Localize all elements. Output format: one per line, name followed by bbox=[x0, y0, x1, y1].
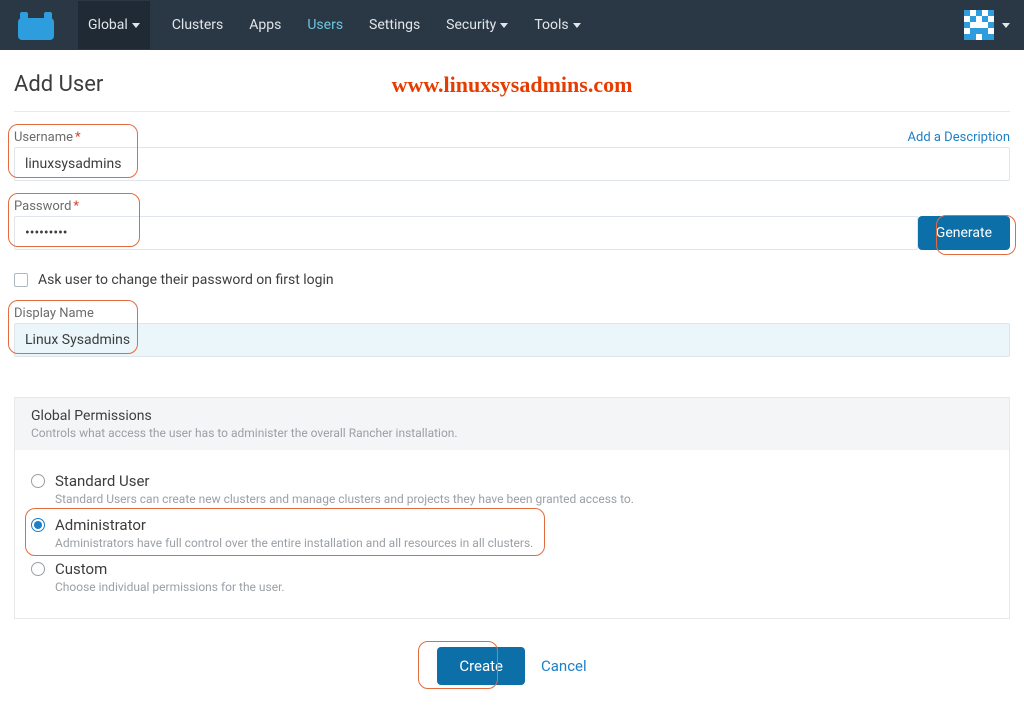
radio-standard-user[interactable]: Standard User bbox=[31, 472, 993, 490]
rancher-logo[interactable] bbox=[14, 10, 60, 40]
username-label: Username* bbox=[14, 130, 81, 145]
display-name-label: Display Name bbox=[14, 306, 94, 321]
page-body: Add User www.linuxsysadmins.com Username… bbox=[0, 50, 1024, 705]
chevron-down-icon bbox=[1002, 23, 1010, 28]
radio-standard-desc: Standard Users can create new clusters a… bbox=[55, 492, 993, 506]
username-input[interactable] bbox=[14, 147, 1010, 181]
change-password-checkbox[interactable] bbox=[14, 273, 28, 287]
chevron-down-icon bbox=[132, 23, 140, 28]
radio-administrator[interactable]: Administrator bbox=[31, 516, 993, 534]
chevron-down-icon bbox=[500, 23, 508, 28]
radio-admin-desc: Administrators have full control over th… bbox=[55, 536, 993, 550]
change-password-row[interactable]: Ask user to change their password on fir… bbox=[14, 272, 1010, 288]
generate-button[interactable]: Generate bbox=[918, 216, 1010, 250]
watermark: www.linuxsysadmins.com bbox=[392, 72, 633, 98]
field-username: Username* Add a Description bbox=[14, 130, 1010, 181]
display-name-input[interactable] bbox=[14, 323, 1010, 357]
nav-security[interactable]: Security bbox=[442, 1, 512, 49]
page-title-row: Add User www.linuxsysadmins.com bbox=[14, 62, 1010, 112]
permissions-title: Global Permissions bbox=[31, 408, 993, 424]
permissions-body: Standard User Standard Users can create … bbox=[15, 450, 1009, 618]
radio-custom[interactable]: Custom bbox=[31, 560, 993, 578]
radio-custom-desc: Choose individual permissions for the us… bbox=[55, 580, 993, 594]
create-button[interactable]: Create bbox=[437, 647, 525, 685]
password-label: Password* bbox=[14, 199, 79, 214]
permissions-subtitle: Controls what access the user has to adm… bbox=[31, 426, 993, 440]
radio-icon[interactable] bbox=[31, 562, 45, 576]
top-nav-right bbox=[964, 10, 1010, 40]
nav-global[interactable]: Global bbox=[78, 1, 150, 49]
nav-global-label: Global bbox=[88, 17, 128, 33]
password-input[interactable] bbox=[14, 216, 918, 250]
nav-settings[interactable]: Settings bbox=[365, 1, 424, 49]
top-nav-left: Global Clusters Apps Users Settings Secu… bbox=[14, 1, 585, 49]
nav-items: Global Clusters Apps Users Settings Secu… bbox=[78, 1, 585, 49]
chevron-down-icon bbox=[573, 23, 581, 28]
nav-apps[interactable]: Apps bbox=[245, 1, 285, 49]
permissions-header: Global Permissions Controls what access … bbox=[15, 398, 1009, 450]
avatar[interactable] bbox=[964, 10, 994, 40]
radio-icon[interactable] bbox=[31, 474, 45, 488]
nav-tools[interactable]: Tools bbox=[530, 1, 584, 49]
global-permissions: Global Permissions Controls what access … bbox=[14, 397, 1010, 619]
top-nav: Global Clusters Apps Users Settings Secu… bbox=[0, 0, 1024, 50]
cancel-link[interactable]: Cancel bbox=[541, 657, 587, 675]
change-password-label: Ask user to change their password on fir… bbox=[38, 272, 334, 288]
nav-clusters[interactable]: Clusters bbox=[168, 1, 227, 49]
nav-users[interactable]: Users bbox=[303, 1, 347, 49]
radio-icon[interactable] bbox=[31, 518, 45, 532]
field-display-name: Display Name bbox=[14, 306, 1010, 357]
actions-row: Create Cancel bbox=[14, 647, 1010, 685]
add-description-link[interactable]: Add a Description bbox=[908, 130, 1010, 145]
page-title: Add User bbox=[14, 72, 103, 97]
field-password: Password* Generate bbox=[14, 199, 1010, 250]
